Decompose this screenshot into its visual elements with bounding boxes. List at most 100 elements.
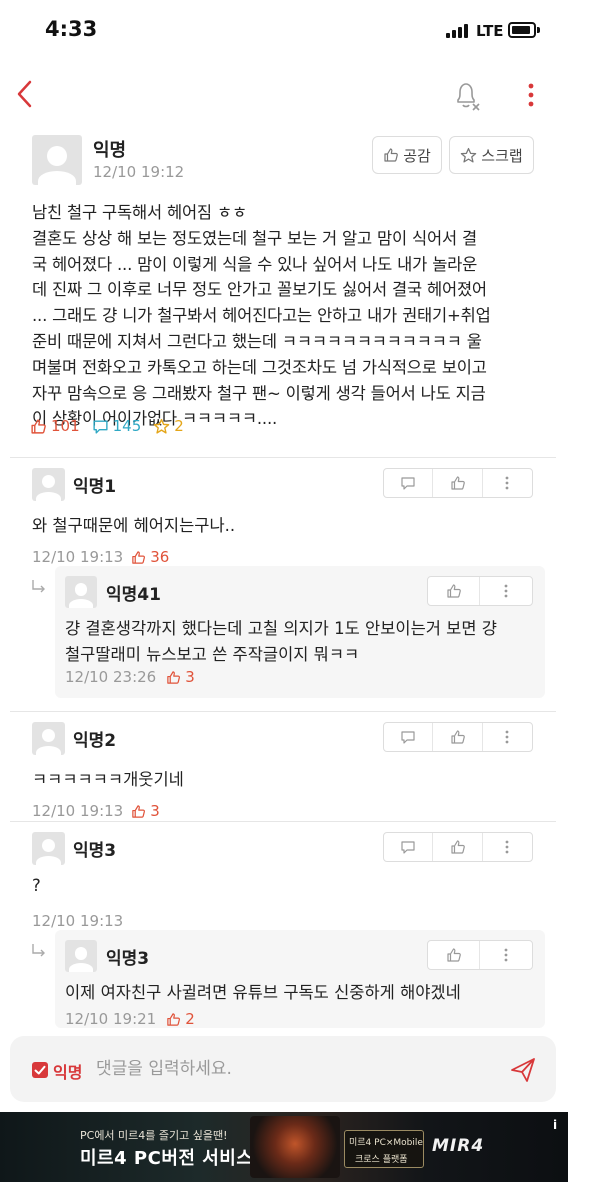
thumbs-up-icon <box>132 804 146 818</box>
ad-logo: MIR4 <box>432 1136 485 1156</box>
comment-like-button[interactable] <box>433 723 483 751</box>
comment-icon <box>401 477 415 490</box>
avatar <box>65 576 97 608</box>
comment-meta: 12/10 19:13 36 <box>32 548 169 566</box>
thumbs-up-icon <box>446 948 461 962</box>
comment-author: 익명1 <box>73 477 117 497</box>
post-author: 익명 <box>93 140 127 161</box>
avatar <box>65 940 97 972</box>
reply-meta: 12/10 23:26 3 <box>65 668 195 686</box>
reply-like-button[interactable] <box>428 941 480 969</box>
more-options-button[interactable] <box>520 78 542 112</box>
network-label: LTE <box>476 22 504 40</box>
like-count-value: 101 <box>51 417 80 435</box>
comment-count-value: 145 <box>112 417 142 435</box>
reply-likes-value: 3 <box>185 668 195 686</box>
reply-like-button[interactable] <box>428 577 480 605</box>
reply: 익명3 이제 여자친구 사귈려면 유튜브 구독도 신중하게 해야겠네 12/10… <box>55 930 545 1028</box>
comment-icon <box>93 419 108 434</box>
comment-date: 12/10 19:13 <box>32 548 124 566</box>
ad-platform-box: 미르4 PC×Mobile 크로스 플랫폼 <box>344 1130 424 1168</box>
back-button[interactable] <box>12 76 42 112</box>
thumbs-up-icon <box>450 840 465 854</box>
comment-author: 익명2 <box>73 731 117 751</box>
anonymous-label: 익명 <box>53 1063 83 1082</box>
comment-likes: 36 <box>131 548 169 566</box>
comment-author: 익명3 <box>73 841 117 861</box>
comment-input-bar: 익명 <box>10 1036 556 1102</box>
more-vertical-icon <box>528 83 534 107</box>
more-vertical-icon <box>504 948 508 962</box>
ad-tagline: PC에서 미르4를 즐기고 싶을땐! <box>80 1129 228 1142</box>
reply-author: 익명41 <box>106 585 161 605</box>
empathy-label: 공감 <box>403 146 431 165</box>
reply-arrow-icon <box>32 580 45 593</box>
scrap-button[interactable]: 스크랩 <box>449 136 534 174</box>
ad-platform-line2: 크로스 플랫폼 <box>355 1155 408 1165</box>
thumbs-up-icon <box>31 418 46 434</box>
comment-more-button[interactable] <box>483 469 532 497</box>
reply-date: 12/10 23:26 <box>65 668 157 686</box>
thumbs-up-icon <box>384 148 399 162</box>
battery-icon <box>508 22 540 38</box>
comment-icon <box>401 841 415 854</box>
avatar <box>32 722 65 755</box>
more-vertical-icon <box>505 730 509 744</box>
reply-likes-value: 2 <box>185 1010 195 1028</box>
divider <box>10 821 556 822</box>
reply-meta: 12/10 19:21 2 <box>65 1010 195 1028</box>
comment-more-button[interactable] <box>483 833 532 861</box>
comment-more-button[interactable] <box>483 723 532 751</box>
comment-count: 145 <box>92 417 142 435</box>
reply-button[interactable] <box>384 469 434 497</box>
ad-banner[interactable]: PC에서 미르4를 즐기고 싶을땐! 미르4 PC버전 서비스 미르4 PC×M… <box>0 1112 568 1182</box>
anonymous-checkbox[interactable] <box>32 1062 48 1078</box>
thumbs-up-icon <box>450 730 465 744</box>
comment-input[interactable] <box>96 1050 496 1088</box>
reply-likes: 3 <box>166 668 195 686</box>
app-header <box>0 70 600 120</box>
scrap-count-value: 2 <box>174 417 184 435</box>
post-stats: 101 145 2 <box>30 415 196 437</box>
more-vertical-icon <box>504 584 508 598</box>
comment-text: 와 철구때문에 헤어지는구나.. <box>32 516 236 535</box>
comment-like-button[interactable] <box>433 469 483 497</box>
reply-likes: 2 <box>166 1010 195 1028</box>
post-body: 남친 철구 구독해서 헤어짐 ㅎㅎ 결혼도 상상 해 보는 정도였는데 철구 보… <box>32 203 491 429</box>
reply-button[interactable] <box>384 833 434 861</box>
ad-headline: 미르4 PC버전 서비스 <box>80 1148 254 1169</box>
comment-actions <box>383 832 533 862</box>
comment-meta: 12/10 19:13 <box>32 912 123 930</box>
thumbs-up-icon <box>446 584 461 598</box>
reply: 익명41 걍 결혼생각까지 했다는데 고칠 의지가 1도 안보이는거 보면 걍 … <box>55 566 545 698</box>
notification-off-button[interactable] <box>452 78 482 112</box>
avatar <box>32 832 65 865</box>
reply-more-button[interactable] <box>480 941 532 969</box>
comment-like-button[interactable] <box>433 833 483 861</box>
like-count: 101 <box>30 417 80 435</box>
reply-button[interactable] <box>384 723 434 751</box>
divider <box>10 711 556 712</box>
empathy-button[interactable]: 공감 <box>372 136 442 174</box>
comment-likes: 3 <box>131 802 160 820</box>
reply-actions <box>427 576 533 606</box>
send-icon <box>511 1058 535 1082</box>
more-vertical-icon <box>505 476 509 490</box>
checkmark-icon <box>34 1065 46 1075</box>
divider <box>10 457 556 458</box>
ad-platform-line1: 미르4 PC×Mobile <box>349 1138 423 1148</box>
comment-actions <box>383 722 533 752</box>
star-icon <box>153 418 170 434</box>
comment-meta: 12/10 19:13 3 <box>32 802 160 820</box>
comment-likes-value: 36 <box>150 548 170 566</box>
star-icon <box>461 147 477 163</box>
chevron-left-icon <box>17 80 32 108</box>
avatar <box>32 135 82 185</box>
reply-arrow-icon <box>32 944 45 957</box>
thumbs-up-icon <box>167 670 181 684</box>
comment-text: ? <box>32 876 41 895</box>
reply-more-button[interactable] <box>480 577 532 605</box>
send-button[interactable] <box>508 1055 538 1085</box>
ad-info-icon[interactable]: i <box>548 1118 562 1132</box>
comment-actions <box>383 468 533 498</box>
